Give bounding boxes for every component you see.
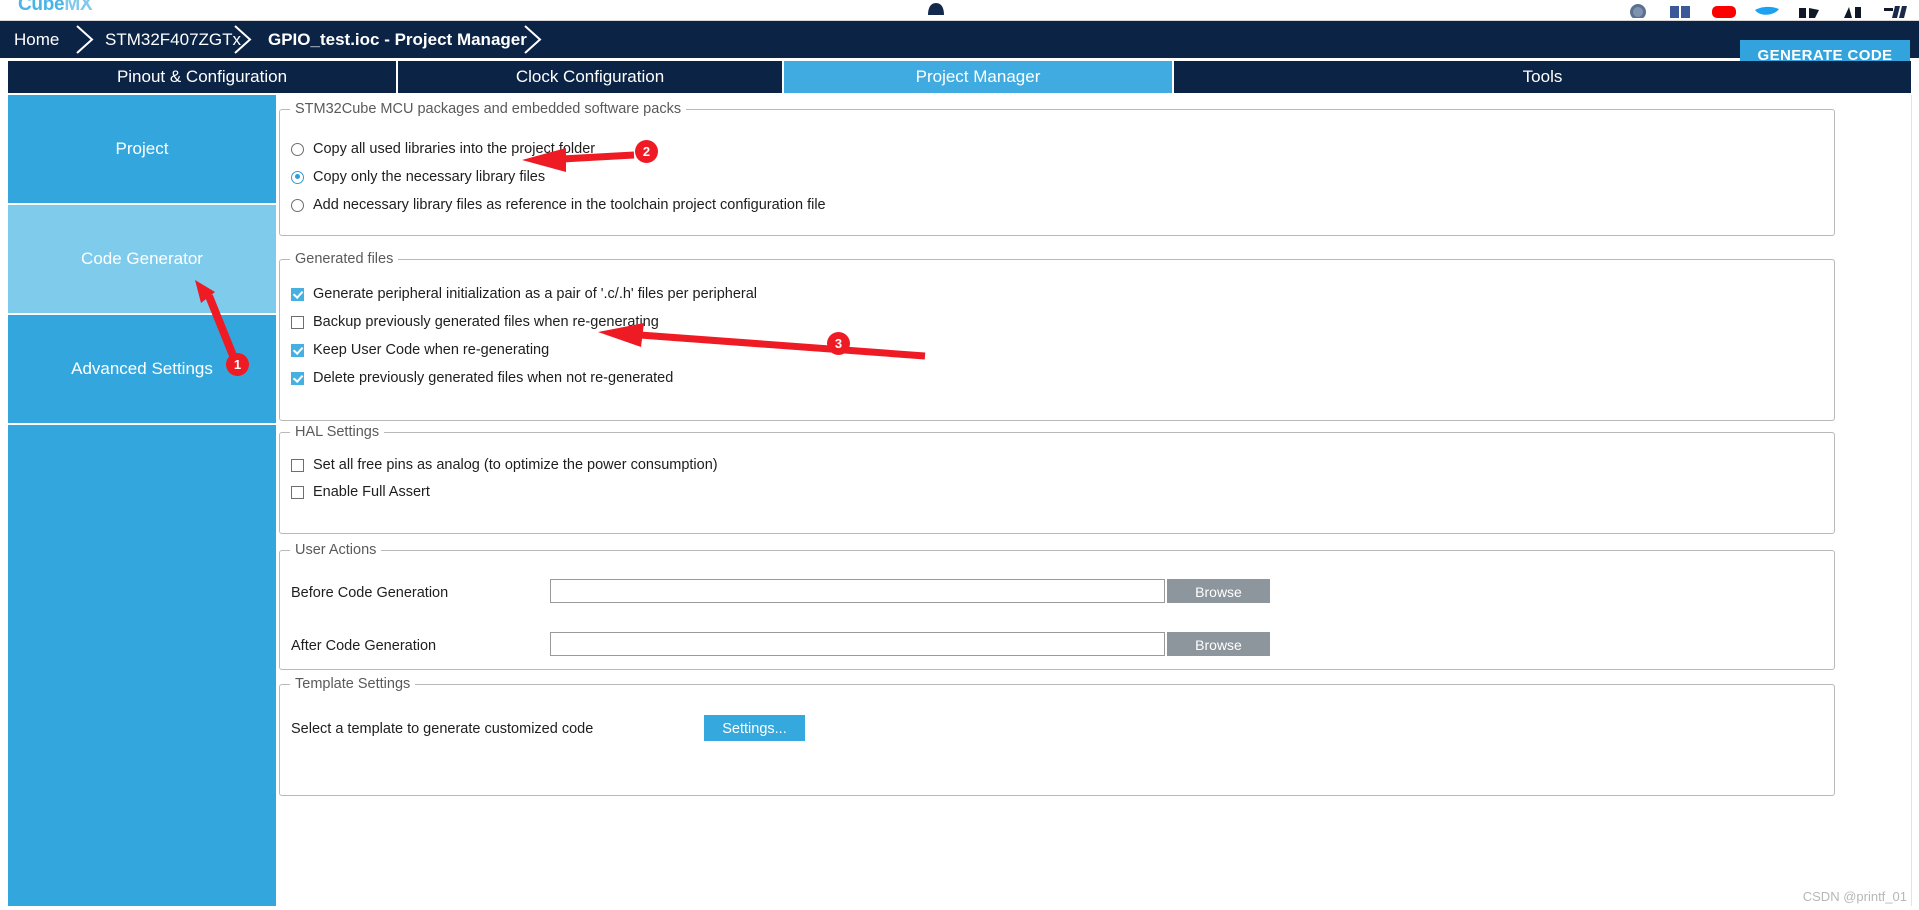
radio-copy-only-necessary[interactable]: Copy only the necessary library files: [291, 169, 545, 185]
checkbox-backup-previously-generated[interactable]: Backup previously generated files when r…: [291, 314, 659, 330]
stm32cubemx-window: CubeMX Home STM32F407ZGTx GPIO_test.ioc …: [0, 0, 1919, 910]
radio-icon[interactable]: [291, 170, 304, 184]
checkbox-icon[interactable]: [291, 343, 304, 357]
option-label: Copy all used libraries into the project…: [313, 141, 596, 157]
option-label: Backup previously generated files when r…: [313, 314, 659, 330]
project-manager-sidebar: Project Code Generator Advanced Settings: [8, 95, 276, 906]
chevron-right-icon: [524, 25, 542, 54]
group-user-actions-title: User Actions: [295, 542, 377, 558]
youtube-icon[interactable]: [1711, 0, 1737, 18]
checkbox-icon[interactable]: [291, 315, 304, 329]
group-template-settings-title: Template Settings: [295, 676, 411, 692]
facebook-icon[interactable]: [1668, 0, 1694, 18]
option-label: Delete previously generated files when n…: [313, 370, 674, 386]
option-label: Generate peripheral initialization as a …: [313, 286, 757, 302]
st-community-icon[interactable]: [1625, 0, 1651, 18]
radio-icon[interactable]: [291, 198, 304, 212]
linkedin-icon[interactable]: [1797, 0, 1823, 18]
group-generated-files-title: Generated files: [295, 251, 394, 267]
template-settings-button[interactable]: Settings...: [704, 715, 805, 741]
sidebar-empty-area: [8, 425, 276, 903]
option-label: Set all free pins as analog (to optimize…: [313, 457, 718, 473]
radio-copy-all-libraries[interactable]: Copy all used libraries into the project…: [291, 141, 595, 157]
st-logo-partial-icon: [928, 3, 944, 15]
option-label: Copy only the necessary library files: [313, 169, 546, 185]
chevron-right-icon: [234, 25, 252, 54]
tab-pinout-configuration[interactable]: Pinout & Configuration: [8, 61, 398, 93]
breadcrumb-item-mcu[interactable]: STM32F407ZGTx: [105, 21, 241, 58]
tab-clock-configuration[interactable]: Clock Configuration: [398, 61, 784, 93]
breadcrumb: Home STM32F407ZGTx GPIO_test.ioc - Proje…: [0, 21, 1919, 70]
option-label: Enable Full Assert: [313, 484, 430, 500]
checkbox-icon[interactable]: [291, 287, 304, 301]
group-generated-files: Generated files Generate peripheral init…: [279, 251, 1835, 421]
group-mcu-packages-title: STM32Cube MCU packages and embedded soft…: [295, 101, 682, 117]
twitter-icon[interactable]: [1754, 0, 1780, 18]
radio-icon[interactable]: [291, 142, 304, 156]
breadcrumb-item-project[interactable]: GPIO_test.ioc - Project Manager: [268, 21, 527, 58]
social-icon-row: [1625, 0, 1909, 19]
tab-project-manager[interactable]: Project Manager: [784, 61, 1174, 93]
checkbox-enable-full-assert[interactable]: Enable Full Assert: [291, 484, 430, 500]
template-settings-description: Select a template to generate customized…: [291, 721, 594, 737]
radio-add-as-reference[interactable]: Add necessary library files as reference…: [291, 197, 826, 213]
breadcrumb-item-home[interactable]: Home: [14, 21, 59, 58]
main-tab-bar: Pinout & Configuration Clock Configurati…: [8, 61, 1911, 93]
cubemx-logo: CubeMX: [18, 0, 93, 16]
checkbox-icon[interactable]: [291, 371, 304, 385]
option-label: Add necessary library files as reference…: [313, 197, 826, 213]
instagram-icon[interactable]: [1840, 0, 1866, 18]
option-label: Keep User Code when re-generating: [313, 342, 550, 358]
tab-tools[interactable]: Tools: [1174, 61, 1911, 93]
group-hal-settings: HAL Settings Set all free pins as analog…: [279, 424, 1835, 534]
group-template-settings: Template Settings Select a template to g…: [279, 676, 1835, 796]
sidebar-item-advanced-settings[interactable]: Advanced Settings: [8, 315, 276, 425]
group-user-actions: User Actions Before Code Generation Brow…: [279, 542, 1835, 670]
group-mcu-packages: STM32Cube MCU packages and embedded soft…: [279, 101, 1835, 236]
label-before-code-generation: Before Code Generation: [291, 585, 449, 601]
sidebar-item-code-generator[interactable]: Code Generator: [8, 205, 276, 315]
before-code-generation-browse-button[interactable]: Browse: [1167, 579, 1270, 603]
sidebar-item-label: Advanced Settings: [71, 359, 213, 378]
right-edge-rail: [1911, 95, 1919, 906]
after-code-generation-input[interactable]: [550, 632, 1165, 656]
checkbox-set-free-pins-analog[interactable]: Set all free pins as analog (to optimize…: [291, 457, 718, 473]
blog-icon[interactable]: [1883, 0, 1909, 18]
label-after-code-generation: After Code Generation: [291, 638, 437, 654]
sidebar-item-label: Code Generator: [81, 249, 203, 268]
sidebar-item-project[interactable]: Project: [8, 95, 276, 205]
code-generator-panel: STM32Cube MCU packages and embedded soft…: [276, 95, 1911, 906]
csdn-watermark: CSDN @printf_01: [1802, 889, 1907, 904]
after-code-generation-browse-button[interactable]: Browse: [1167, 632, 1270, 656]
checkbox-icon[interactable]: [291, 485, 304, 499]
checkbox-icon[interactable]: [291, 458, 304, 472]
sidebar-item-label: Project: [115, 139, 169, 158]
before-code-generation-input[interactable]: [550, 579, 1165, 603]
group-hal-settings-title: HAL Settings: [295, 424, 380, 440]
checkbox-keep-user-code[interactable]: Keep User Code when re-generating: [291, 342, 549, 358]
checkbox-delete-previously-generated[interactable]: Delete previously generated files when n…: [291, 370, 673, 386]
cubemx-logo-cube: Cube: [18, 0, 65, 15]
browser-social-strip: CubeMX: [0, 0, 1919, 21]
chevron-right-icon: [76, 25, 94, 54]
checkbox-generate-peripheral-init[interactable]: Generate peripheral initialization as a …: [291, 286, 757, 302]
cubemx-logo-mx: MX: [64, 0, 93, 15]
